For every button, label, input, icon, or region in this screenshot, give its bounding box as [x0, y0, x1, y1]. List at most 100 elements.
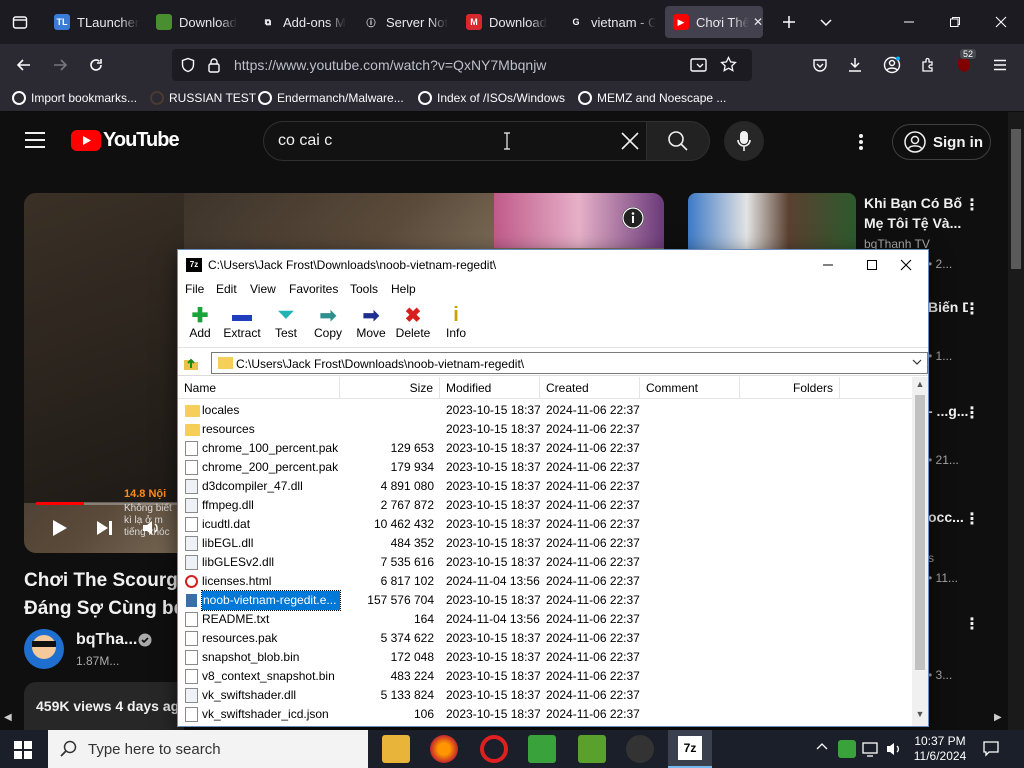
bookmark-item[interactable]: Index of /ISOs/Windows [418, 91, 565, 105]
scrollbar-thumb[interactable] [1011, 129, 1021, 269]
forward-button[interactable] [46, 51, 74, 79]
file-row[interactable]: noob-vietnam-regedit.e... 157 576 704 2023… [178, 590, 914, 611]
test-button[interactable]: ⏷ Test [264, 304, 308, 346]
chevron-down-icon[interactable] [803, 0, 849, 44]
chevron-up-icon[interactable] [816, 741, 828, 756]
file-row[interactable]: snapshot_blob.bin 172 048 2023-10-15 18:37… [178, 648, 914, 667]
delete-button[interactable]: ✖ Delete [391, 304, 435, 346]
back-button[interactable] [10, 51, 38, 79]
more-actions-icon[interactable]: ⋮ [964, 509, 980, 529]
file-row[interactable]: vk_swiftshader.dll 5 133 824 2023-10-15 18… [178, 686, 914, 705]
channel-avatar[interactable] [24, 629, 64, 669]
close-button[interactable] [886, 250, 926, 280]
bookmark-item[interactable]: Endermanch/Malware... [258, 91, 404, 105]
page-scrollbar[interactable] [1008, 112, 1024, 730]
minecraft-icon[interactable] [578, 735, 606, 763]
search-input[interactable]: co cai c [263, 121, 647, 161]
info-card-icon[interactable] [622, 207, 644, 229]
clear-search-icon[interactable] [620, 131, 640, 156]
file-row[interactable]: libEGL.dll 484 352 2023-10-15 18:37 2024-11… [178, 534, 914, 553]
hamburger-menu-icon[interactable] [986, 51, 1014, 79]
reader-view-icon[interactable] [690, 57, 708, 78]
settings-kebab-icon[interactable] [858, 133, 864, 156]
progress-bar[interactable] [36, 502, 181, 505]
column-header-folders[interactable]: Folders [740, 377, 840, 399]
tlauncher-icon[interactable] [528, 735, 556, 763]
minimize-button[interactable] [886, 0, 932, 44]
bookmark-item[interactable]: RUSSIAN TEST [150, 91, 256, 105]
description-box[interactable]: 459K views 4 days ag [24, 682, 184, 730]
windows-start-icon[interactable] [14, 741, 32, 764]
tracking-protection-icon[interactable] [180, 57, 196, 78]
restore-button[interactable] [932, 0, 978, 44]
file-row[interactable]: icudtl.dat 10 462 432 2023-10-15 18:37 2024… [178, 515, 914, 534]
ublock-icon[interactable]: 52 [950, 49, 978, 79]
file-row[interactable]: licenses.html 6 817 102 2024-11-04 13:56 20… [178, 572, 914, 591]
youtube-logo[interactable]: YouTube [71, 129, 180, 152]
column-header-comment[interactable]: Comment [640, 377, 740, 399]
notification-icon[interactable] [982, 740, 1000, 763]
tray-app-icon[interactable] [838, 740, 856, 758]
column-header-created[interactable]: Created [540, 377, 640, 399]
account-icon[interactable] [878, 51, 906, 79]
menu-edit[interactable]: Edit [216, 282, 237, 296]
scroll-down-icon[interactable]: ▼ [912, 709, 928, 723]
path-input[interactable]: C:\Users\Jack Frost\Downloads\noob-vietn… [211, 352, 928, 374]
browser-tab[interactable]: ⓘ Server Not [355, 6, 451, 38]
column-header-modified[interactable]: Modified [440, 377, 540, 399]
browser-tab[interactable]: ▶ Chơi Thế ✕ [665, 6, 763, 38]
browser-tab[interactable]: ⧉ Add-ons M [252, 6, 348, 38]
menu-file[interactable]: File [185, 282, 204, 296]
network-icon[interactable] [862, 741, 880, 762]
channel-name[interactable]: bqTha... [76, 631, 137, 649]
scroll-up-icon[interactable]: ▲ [912, 379, 928, 393]
scroll-right-icon[interactable]: ▶ [994, 712, 1002, 723]
suggested-video-title[interactable]: Biến Dỗi... [928, 297, 968, 317]
reload-button[interactable] [82, 51, 110, 79]
browser-tab[interactable]: Download [148, 6, 244, 38]
file-row[interactable]: chrome_100_percent.pak 129 653 2023-10-15 … [178, 439, 914, 458]
copy-button[interactable]: ➡ Copy [306, 304, 350, 346]
extract-button[interactable]: ▬ Extract [220, 304, 264, 346]
file-list-scrollbar[interactable]: ▲ ▼ [912, 377, 928, 726]
close-button[interactable] [978, 0, 1024, 44]
browser-tab[interactable]: M Download [458, 6, 554, 38]
volume-icon[interactable] [886, 741, 902, 762]
guide-menu-icon[interactable] [24, 131, 46, 154]
search-button[interactable] [646, 121, 710, 161]
firefox-icon[interactable] [430, 735, 458, 763]
bookmark-item[interactable]: Import bookmarks... [12, 91, 137, 105]
taskbar-clock[interactable]: 10:37 PM 11/6/2024 [908, 734, 972, 764]
xbox-icon[interactable] [626, 735, 654, 763]
file-row[interactable]: vk_swiftshader_icd.json 106 2023-10-15 18:… [178, 705, 914, 724]
menu-view[interactable]: View [250, 282, 276, 296]
tab-list-icon[interactable] [0, 0, 40, 44]
opera-icon[interactable] [480, 735, 508, 763]
file-row[interactable]: v8_context_snapshot.bin 483 224 2023-10-15… [178, 667, 914, 686]
menu-tools[interactable]: Tools [350, 282, 378, 296]
more-actions-icon[interactable]: ⋮ [964, 195, 980, 215]
extensions-icon[interactable] [914, 51, 942, 79]
more-actions-icon[interactable]: ⋮ [964, 614, 980, 634]
suggested-video-title[interactable]: - ...g... [928, 401, 968, 421]
move-button[interactable]: ➡ Move [349, 304, 393, 346]
sevenzip-title-bar[interactable]: 7z C:\Users\Jack Frost\Downloads\noob-vi… [178, 250, 928, 280]
suggested-video-title[interactable]: occ... [928, 507, 968, 527]
file-row[interactable]: locales 2023-10-15 18:37 2024-11-06 22:37 [178, 401, 914, 420]
file-row[interactable]: README.txt 164 2024-11-04 13:56 2024-11-06 … [178, 610, 914, 629]
bookmark-star-icon[interactable] [720, 55, 737, 78]
address-bar[interactable]: https://www.youtube.com/watch?v=QxNY7Mbq… [172, 49, 752, 81]
more-actions-icon[interactable]: ⋮ [964, 299, 980, 319]
chevron-down-icon[interactable] [912, 355, 922, 372]
bookmark-item[interactable]: MEMZ and Noescape ... [578, 91, 726, 105]
file-row[interactable]: chrome_200_percent.pak 179 934 2023-10-15 … [178, 458, 914, 477]
url-text[interactable]: https://www.youtube.com/watch?v=QxNY7Mbq… [234, 57, 546, 73]
add-button[interactable]: ✚ Add [178, 304, 222, 346]
file-row[interactable]: resources.pak 5 374 622 2023-10-15 18:37 20… [178, 629, 914, 648]
file-row[interactable]: libGLESv2.dll 7 535 616 2023-10-15 18:37 20… [178, 553, 914, 572]
file-row[interactable]: ffmpeg.dll 2 767 872 2023-10-15 18:37 2024-… [178, 496, 914, 515]
minimize-button[interactable] [808, 250, 848, 280]
taskbar-search-box[interactable]: Type here to search [48, 730, 368, 768]
more-actions-icon[interactable]: ⋮ [964, 403, 980, 423]
scroll-left-icon[interactable]: ◀ [4, 712, 12, 723]
